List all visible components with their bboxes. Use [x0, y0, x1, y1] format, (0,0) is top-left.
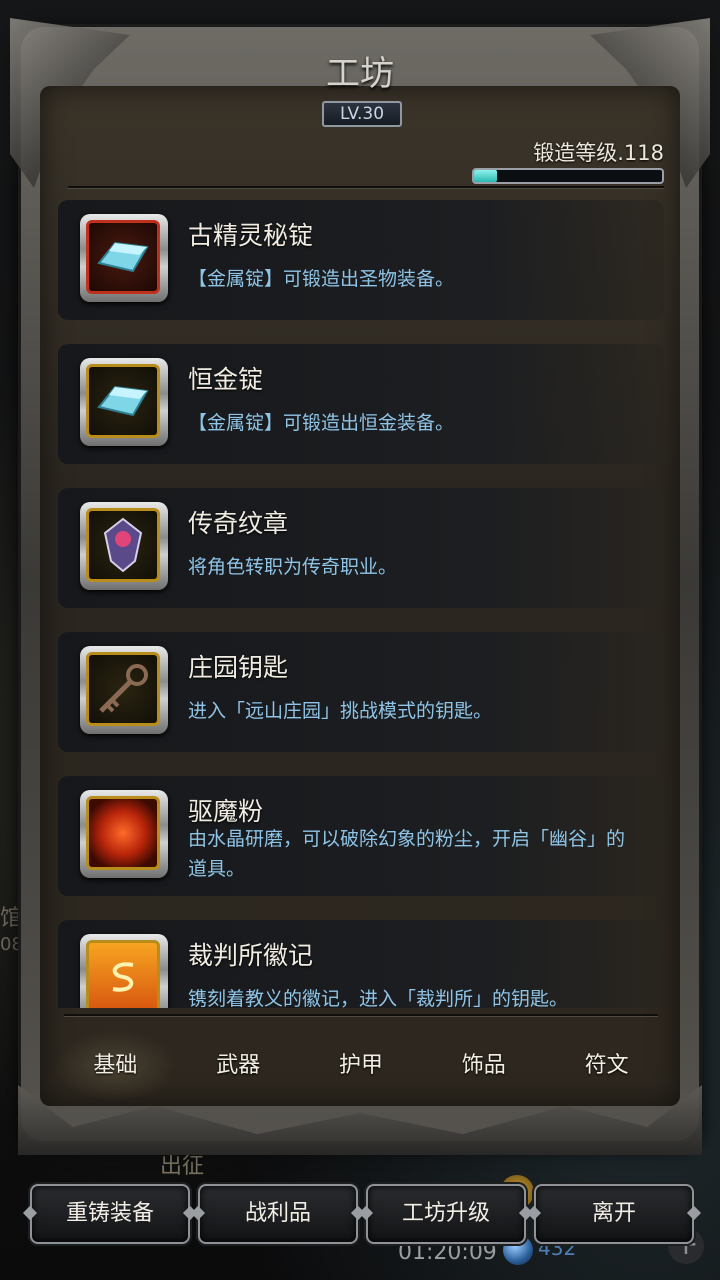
- forge-level-label: 锻造等级.118: [533, 141, 664, 165]
- item-description: 镌刻着教义的徽记，进入「裁判所」的钥匙。: [188, 988, 569, 1008]
- list-item[interactable]: 驱魔粉 由水晶研磨，可以破除幻象的粉尘，开启「幽谷」的道具。: [58, 776, 664, 896]
- item-name: 裁判所徽记: [188, 941, 314, 970]
- item-name: 驱魔粉: [188, 797, 264, 826]
- item-description: 【金属锭】可锻造出恒金装备。: [188, 412, 455, 434]
- divider: [68, 186, 664, 188]
- item-name: 传奇纹章: [188, 509, 289, 538]
- item-icon-frame: [80, 790, 168, 878]
- powder-icon: [86, 796, 160, 870]
- tab-weapons[interactable]: 武器: [177, 1030, 300, 1102]
- crystal-ingot-icon: [86, 364, 160, 438]
- item-list[interactable]: 古精灵秘锭 【金属锭】可锻造出圣物装备。 恒金锭 【金属锭】可锻造出恒金装备。 …: [58, 200, 664, 1008]
- panel-title: 工坊: [326, 54, 394, 94]
- upgrade-workshop-button[interactable]: 工坊升级: [366, 1184, 526, 1244]
- item-icon-frame: [80, 646, 168, 734]
- list-item[interactable]: 传奇纹章 将角色转职为传奇职业。: [58, 488, 664, 608]
- item-description: 【金属锭】可锻造出圣物装备。: [188, 268, 455, 290]
- forge-progress-bar: [472, 168, 664, 184]
- item-icon-frame: [80, 214, 168, 302]
- list-item[interactable]: 恒金锭 【金属锭】可锻造出恒金装备。: [58, 344, 664, 464]
- category-tabs: 基础 武器 护甲 饰品 符文: [54, 1030, 668, 1102]
- leave-button[interactable]: 离开: [534, 1184, 694, 1244]
- item-description: 由水晶研磨，可以破除幻象的粉尘，开启「幽谷」的道具。: [188, 828, 626, 880]
- key-icon: [86, 652, 160, 726]
- level-badge: LV.30: [322, 101, 402, 127]
- tab-basic[interactable]: 基础: [54, 1030, 177, 1102]
- tabs-divider: [64, 1014, 658, 1016]
- item-description: 将角色转职为传奇职业。: [188, 556, 398, 578]
- list-item[interactable]: 古精灵秘锭 【金属锭】可锻造出圣物装备。: [58, 200, 664, 320]
- reforge-button[interactable]: 重铸装备: [30, 1184, 190, 1244]
- tab-runes[interactable]: 符文: [545, 1030, 668, 1102]
- item-name: 古精灵秘锭: [188, 221, 314, 250]
- item-icon-frame: [80, 934, 168, 1008]
- item-icon-frame: [80, 358, 168, 446]
- list-item[interactable]: 裁判所徽记 镌刻着教义的徽记，进入「裁判所」的钥匙。: [58, 920, 664, 1008]
- item-description: 进入「远山庄园」挑战模式的钥匙。: [188, 700, 493, 722]
- item-name: 恒金锭: [188, 365, 264, 394]
- item-icon-frame: [80, 502, 168, 590]
- tab-accessories[interactable]: 饰品: [422, 1030, 545, 1102]
- list-item[interactable]: 庄园钥匙 进入「远山庄园」挑战模式的钥匙。: [58, 632, 664, 752]
- crest-gem-icon: [86, 508, 160, 582]
- crystal-ingot-icon: [86, 220, 160, 294]
- emblem-icon: [86, 940, 160, 1008]
- forge-progress-fill: [474, 170, 497, 182]
- loot-button[interactable]: 战利品: [198, 1184, 358, 1244]
- item-name: 庄园钥匙: [188, 653, 289, 682]
- tab-armor[interactable]: 护甲: [300, 1030, 423, 1102]
